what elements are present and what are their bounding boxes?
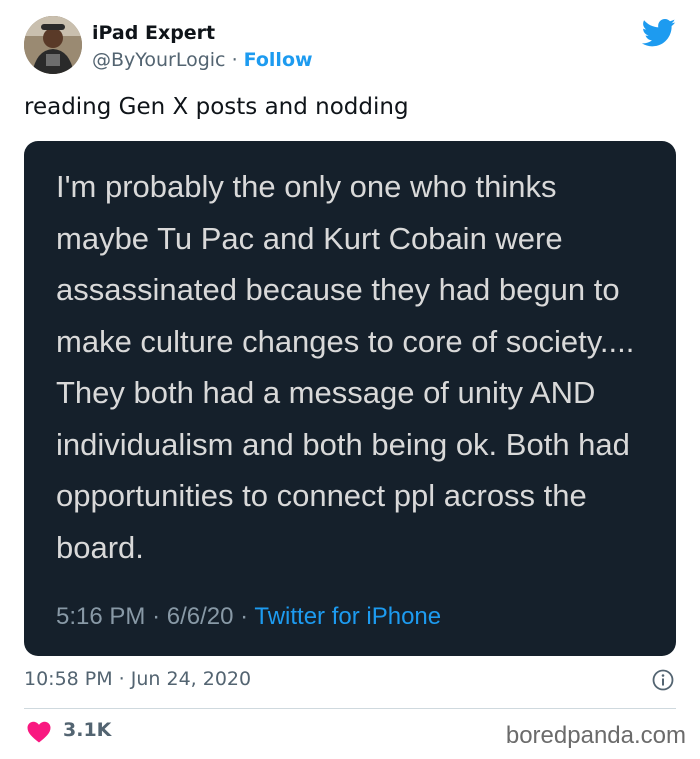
twitter-bird-icon[interactable] [642, 18, 676, 48]
separator: · [231, 49, 238, 71]
info-icon[interactable] [652, 669, 674, 691]
quoted-date: 6/6/20 [166, 603, 234, 630]
quoted-separator: · [152, 603, 161, 630]
like-count[interactable]: 3.1K [63, 719, 111, 741]
quoted-tweet-meta: 5:16 PM · 6/6/20 · Twitter for iPhone [56, 603, 441, 631]
watermark: boredpanda.com [505, 722, 686, 749]
author-handle-row: @ByYourLogic · Follow [92, 49, 313, 71]
tweet-text: reading Gen X posts and nodding [24, 94, 409, 120]
quoted-separator: · [240, 603, 249, 630]
author-handle[interactable]: @ByYourLogic [92, 49, 226, 71]
divider [24, 708, 676, 709]
follow-button[interactable]: Follow [244, 49, 313, 71]
heart-icon[interactable] [27, 721, 51, 743]
quoted-tweet-image[interactable]: I'm probably the only one who thinks may… [24, 141, 676, 656]
quoted-time: 5:16 PM [56, 603, 146, 630]
tweet-timestamp[interactable]: 10:58 PM · Jun 24, 2020 [24, 668, 251, 690]
avatar[interactable] [24, 16, 82, 74]
quoted-tweet-text: I'm probably the only one who thinks may… [56, 169, 635, 565]
author-name[interactable]: iPad Expert [92, 22, 215, 44]
quoted-source: Twitter for iPhone [254, 603, 442, 630]
